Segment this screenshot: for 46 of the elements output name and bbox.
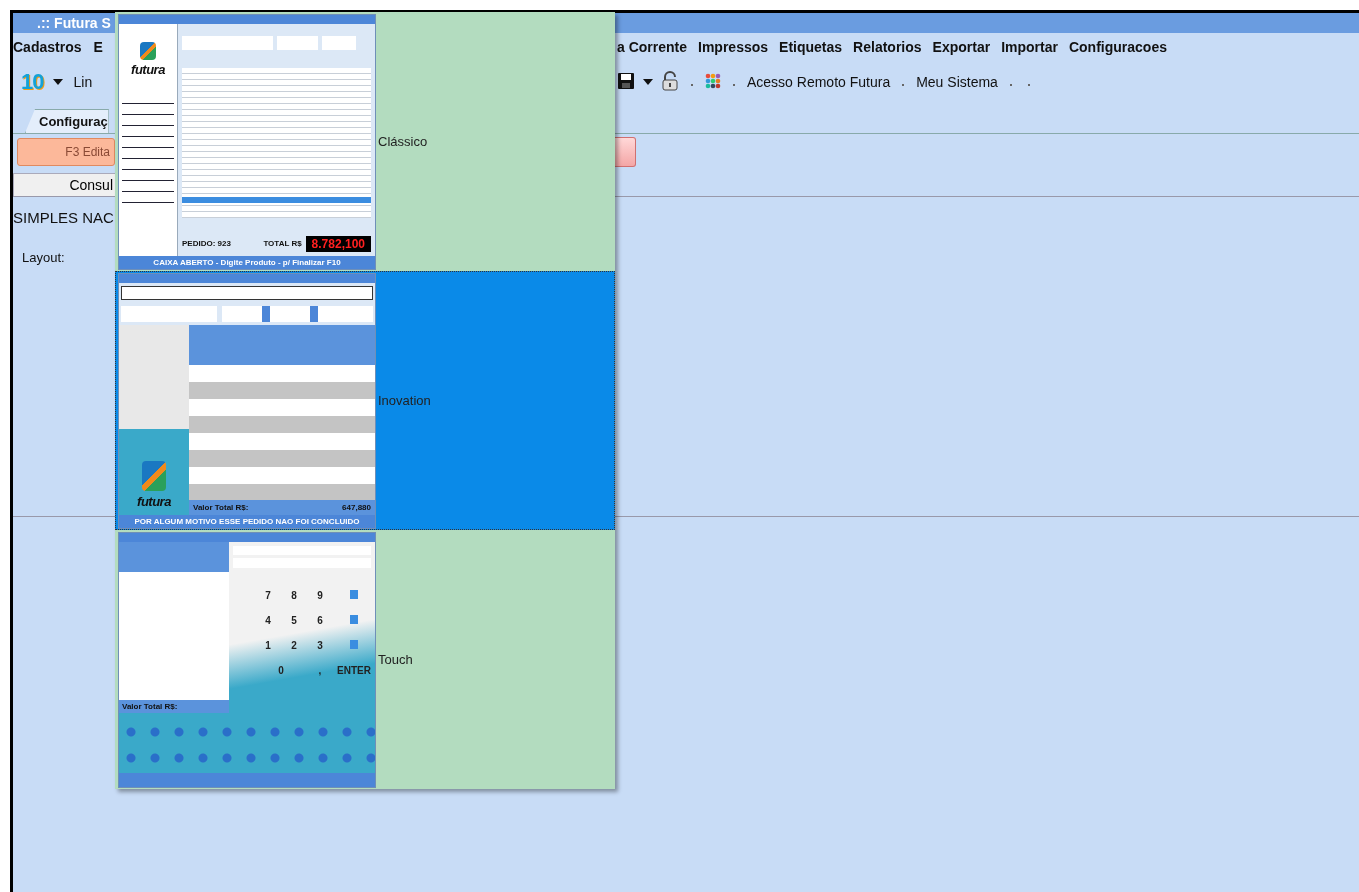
order-number: PEDIDO: 923	[182, 239, 231, 248]
caret-icon[interactable]	[53, 79, 64, 85]
layout-option[interactable]: Valor Total R$: 7 8 9 4 5 6 1 2 3 0 , ENTER Touch	[115, 530, 615, 789]
menu-item[interactable]: a Corrente	[617, 39, 688, 55]
menu-item[interactable]: Relatorios	[853, 39, 922, 55]
tab[interactable]: Configuraç	[25, 109, 109, 133]
section-title: SIMPLES NAC	[13, 209, 115, 226]
keypad-key[interactable]: ENTER	[337, 664, 371, 676]
menu-item[interactable]: Etiquetas	[779, 39, 843, 55]
toolbar-link[interactable]: Meu Sistema	[916, 74, 998, 90]
keypad-key[interactable]: 5	[285, 614, 303, 626]
padlock-icon[interactable]	[661, 70, 679, 94]
keypad-key[interactable]: 2	[285, 639, 303, 651]
menu-item[interactable]: Impressos	[698, 39, 769, 55]
keypad-key[interactable]: 1	[259, 639, 277, 651]
logo-icon	[140, 41, 156, 60]
layout-option[interactable]: futura PEDIDO: 923 TOTAL R$ 8.782,100 CAIXA ABERTO - Digite Produto - p/ Finalizar F10 Clássico	[115, 12, 615, 271]
query-button[interactable]: Consul	[13, 173, 116, 196]
menu-item[interactable]: E	[93, 39, 103, 55]
total-label: TOTAL R$	[263, 239, 302, 248]
keypad-key[interactable]: 4	[259, 614, 277, 626]
menu-item[interactable]: Importar	[1001, 39, 1058, 55]
total-value: 647,880	[342, 502, 371, 512]
logo-icon	[142, 460, 166, 491]
menu-item[interactable]: Configuracoes	[1068, 39, 1167, 55]
total-value: 8.782,100	[305, 235, 371, 252]
keypad-key[interactable]: 9	[311, 589, 329, 601]
toolbar-link[interactable]: Acesso Remoto Futura	[747, 74, 891, 90]
edit-button[interactable]: F3 Edita	[17, 138, 115, 166]
menu-item[interactable]: Exportar	[932, 39, 991, 55]
keypad-key[interactable]: ,	[311, 664, 329, 676]
keypad-key[interactable]: 7	[259, 589, 277, 601]
keypad-key[interactable]: 8	[285, 589, 303, 601]
keypad-key[interactable]: 0	[259, 664, 303, 676]
toolbar-link[interactable]: Lin	[73, 74, 93, 90]
keypad-key[interactable]: 3	[311, 639, 329, 651]
menu-item[interactable]: Cadastros	[13, 39, 82, 55]
keypad-key[interactable]: 6	[311, 614, 329, 626]
logo-text: futura	[137, 493, 171, 509]
layout-option[interactable]: futura Valor Total R$: 647,880 POR ALGUM MOTIVO ESSE PEDIDO NAO FOI CONCLUIDO Inovation	[115, 271, 615, 530]
logo-text: futura	[131, 61, 165, 77]
field-label: Layout:	[22, 250, 65, 265]
caret-icon[interactable]	[643, 79, 653, 85]
status-bar: CAIXA ABERTO - Digite Produto - p/ Finalizar F10	[119, 255, 375, 269]
action-button[interactable]	[615, 137, 636, 167]
total-label: Valor Total R$:	[193, 502, 249, 512]
